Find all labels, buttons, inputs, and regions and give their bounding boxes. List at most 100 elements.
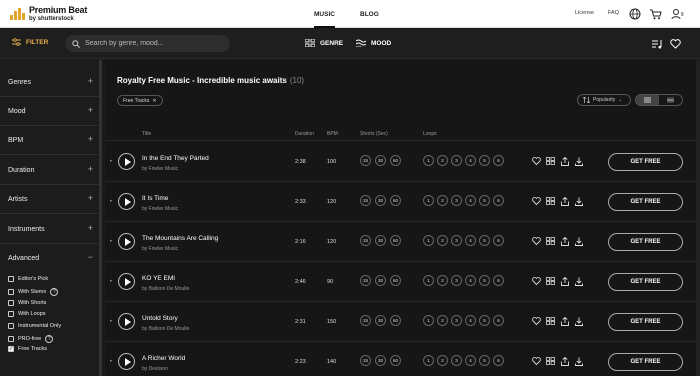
sidebar-item-genres[interactable]: Genres +	[0, 68, 99, 97]
share-icon[interactable]	[560, 316, 570, 326]
loop-pill[interactable]: 3	[451, 195, 462, 206]
option-with-stems[interactable]: With Stems?	[8, 288, 59, 296]
track-title[interactable]: The Mountains Are Calling	[142, 235, 218, 242]
track-row[interactable]: ▸ KO YE EMI by Balloon De Moulle 2:46 90 15 30…	[105, 262, 700, 302]
shorts-pill[interactable]: 30	[375, 155, 386, 166]
share-icon[interactable]	[560, 156, 570, 166]
loop-pill[interactable]: 2	[437, 155, 448, 166]
shorts-pill[interactable]: 15	[360, 355, 371, 366]
shorts-pill[interactable]: 60	[390, 195, 401, 206]
track-title[interactable]: In the End They Parted	[142, 155, 209, 162]
filter-chip[interactable]: Free Tracks ✕	[117, 95, 163, 106]
close-icon[interactable]: ✕	[152, 98, 156, 104]
nav-music[interactable]: MUSIC	[314, 0, 335, 28]
nav-blog[interactable]: BLOG	[360, 0, 379, 28]
download-icon[interactable]	[574, 276, 584, 286]
heart-icon[interactable]	[531, 236, 541, 246]
loop-pill[interactable]: 4	[465, 155, 476, 166]
loop-pill[interactable]: 1	[423, 235, 434, 246]
track-title[interactable]: Untold Story	[142, 315, 178, 322]
shorts-pill[interactable]: 60	[390, 275, 401, 286]
heart-icon[interactable]	[531, 316, 541, 326]
shorts-pill[interactable]: 60	[390, 155, 401, 166]
info-icon[interactable]: ?	[50, 288, 59, 296]
stems-icon[interactable]	[545, 356, 555, 366]
option-free-tracks[interactable]: ✓ Free Tracks	[8, 346, 47, 352]
shorts-pill[interactable]: 30	[375, 235, 386, 246]
loop-pill[interactable]: 4	[465, 315, 476, 326]
play-button[interactable]	[118, 233, 135, 250]
playlist-icon[interactable]	[650, 37, 664, 51]
shorts-pill[interactable]: 30	[375, 195, 386, 206]
download-icon[interactable]	[574, 236, 584, 246]
heart-icon[interactable]	[531, 156, 541, 166]
expand-arrow-icon[interactable]: ▸	[110, 158, 113, 164]
play-button[interactable]	[118, 313, 135, 330]
loop-pill[interactable]: 1	[423, 195, 434, 206]
download-icon[interactable]	[574, 196, 584, 206]
loop-pill[interactable]: 4	[465, 275, 476, 286]
play-button[interactable]	[118, 193, 135, 210]
track-artist[interactable]: by Balloon De Moulle	[142, 286, 189, 292]
loop-pill[interactable]: 3	[451, 235, 462, 246]
info-icon[interactable]: ?	[45, 335, 54, 343]
loop-pill[interactable]: 6	[493, 315, 504, 326]
shorts-pill[interactable]: 15	[360, 315, 371, 326]
view-toggle[interactable]	[635, 94, 683, 106]
checkbox[interactable]	[8, 276, 14, 282]
shorts-pill[interactable]: 60	[390, 315, 401, 326]
sidebar-item-mood[interactable]: Mood +	[0, 97, 99, 126]
loop-pill[interactable]: 5	[479, 195, 490, 206]
get-free-button[interactable]: GET FREE	[608, 313, 683, 331]
track-artist[interactable]: by Fowler Music	[142, 206, 178, 212]
get-free-button[interactable]: GET FREE	[608, 233, 683, 251]
loop-pill[interactable]: 2	[437, 315, 448, 326]
shorts-pill[interactable]: 30	[375, 355, 386, 366]
play-button[interactable]	[118, 153, 135, 170]
loop-pill[interactable]: 1	[423, 275, 434, 286]
shorts-pill[interactable]: 60	[390, 235, 401, 246]
loop-pill[interactable]: 3	[451, 155, 462, 166]
shorts-pill[interactable]: 15	[360, 155, 371, 166]
loop-pill[interactable]: 3	[451, 355, 462, 366]
track-title[interactable]: It Is Time	[142, 195, 168, 202]
loop-pill[interactable]: 1	[423, 355, 434, 366]
loop-pill[interactable]: 2	[437, 235, 448, 246]
option-with-shorts[interactable]: With Shorts	[8, 300, 46, 306]
stems-icon[interactable]	[545, 156, 555, 166]
loop-pill[interactable]: 5	[479, 355, 490, 366]
expand-arrow-icon[interactable]: ▸	[110, 318, 113, 324]
license-link[interactable]: License	[575, 10, 594, 16]
loop-pill[interactable]: 2	[437, 355, 448, 366]
sidebar-item-instruments[interactable]: Instruments +	[0, 215, 99, 244]
logo[interactable]: Premium Beat by shutterstock	[10, 4, 87, 24]
loop-pill[interactable]: 4	[465, 195, 476, 206]
checkbox[interactable]	[8, 311, 14, 317]
get-free-button[interactable]: GET FREE	[608, 273, 683, 291]
cart-icon[interactable]	[648, 6, 663, 21]
checkbox[interactable]	[8, 300, 14, 306]
sidebar-item-artists[interactable]: Artists +	[0, 185, 99, 214]
track-row[interactable]: ▸ In the End They Parted by Fowler Music 2:…	[105, 142, 700, 182]
expand-arrow-icon[interactable]: ▸	[110, 358, 113, 364]
shorts-pill[interactable]: 15	[360, 235, 371, 246]
play-button[interactable]	[118, 353, 135, 370]
loop-pill[interactable]: 4	[465, 355, 476, 366]
download-icon[interactable]	[574, 356, 584, 366]
download-icon[interactable]	[574, 156, 584, 166]
globe-icon[interactable]	[627, 6, 642, 21]
user-icon[interactable]	[670, 6, 685, 21]
loop-pill[interactable]: 6	[493, 235, 504, 246]
option-with-loops[interactable]: With Loops	[8, 311, 46, 317]
checkbox[interactable]	[8, 289, 14, 295]
option-instrumental-only[interactable]: Instrumental Only	[8, 323, 61, 329]
track-artist[interactable]: by Devision	[142, 366, 168, 372]
list-view-icon[interactable]	[636, 95, 659, 105]
option-pro-free[interactable]: PRO-free?	[8, 335, 54, 343]
mood-tab[interactable]: MOOD	[356, 39, 391, 47]
heart-icon[interactable]	[531, 356, 541, 366]
loop-pill[interactable]: 5	[479, 235, 490, 246]
expand-arrow-icon[interactable]: ▸	[110, 278, 113, 284]
heart-icon[interactable]	[668, 37, 682, 51]
loop-pill[interactable]: 2	[437, 275, 448, 286]
